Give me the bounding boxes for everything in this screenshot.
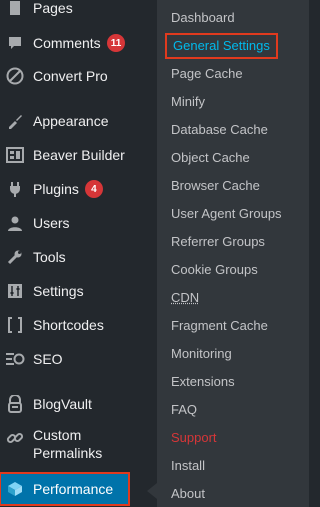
settings-sliders-icon [5, 281, 25, 301]
menu-label: Custom Permalinks [33, 427, 103, 461]
submenu-cookie-groups[interactable]: Cookie Groups [171, 260, 258, 280]
menu-label: Convert Pro [33, 68, 108, 84]
submenu-referrer-groups[interactable]: Referrer Groups [171, 232, 265, 252]
wrench-icon [5, 247, 25, 267]
seo-icon [5, 349, 25, 369]
comments-count-badge: 11 [106, 34, 126, 52]
menu-label: Pages [33, 0, 73, 16]
plugins-count-badge: 4 [84, 180, 103, 198]
submenu-extensions[interactable]: Extensions [171, 372, 235, 392]
active-menu-arrow [147, 483, 157, 499]
brackets-icon [5, 315, 25, 335]
link-icon [5, 428, 25, 448]
menu-label: Settings [33, 283, 84, 299]
submenu-monitoring[interactable]: Monitoring [171, 344, 232, 364]
menu-item-tools[interactable]: Tools [0, 242, 157, 272]
submenu-support[interactable]: Support [171, 428, 217, 448]
paintbrush-icon [5, 111, 25, 131]
submenu-about[interactable]: About [171, 484, 205, 504]
admin-sidebar: Pages Comments 11 Convert Pro Appearance… [0, 0, 157, 507]
menu-label: BlogVault [33, 396, 92, 412]
menu-label: Tools [33, 249, 66, 265]
blogvault-icon [5, 394, 25, 414]
menu-item-performance[interactable]: Performance [0, 472, 130, 506]
menu-item-custom-permalinks[interactable]: Custom Permalinks [0, 426, 157, 466]
menu-item-appearance[interactable]: Appearance [0, 106, 157, 136]
submenu-page-cache[interactable]: Page Cache [171, 64, 243, 84]
menu-label: Users [33, 215, 70, 231]
convert-pro-icon [5, 66, 25, 86]
submenu-user-agent-groups[interactable]: User Agent Groups [171, 204, 282, 224]
menu-item-shortcodes[interactable]: Shortcodes [0, 310, 157, 340]
submenu-faq[interactable]: FAQ [171, 400, 197, 420]
menu-item-plugins[interactable]: Plugins 4 [0, 174, 157, 204]
submenu-fragment-cache[interactable]: Fragment Cache [171, 316, 268, 336]
menu-label: Appearance [33, 113, 109, 129]
submenu-database-cache[interactable]: Database Cache [171, 120, 268, 140]
comments-icon [5, 33, 25, 53]
submenu-general-settings[interactable]: General Settings [165, 33, 278, 59]
submenu-cdn[interactable]: CDN [171, 288, 199, 308]
submenu-install[interactable]: Install [171, 456, 205, 476]
users-icon [5, 213, 25, 233]
menu-item-comments[interactable]: Comments 11 [0, 28, 157, 58]
menu-item-users[interactable]: Users [0, 208, 157, 238]
submenu-object-cache[interactable]: Object Cache [171, 148, 250, 168]
performance-icon [5, 479, 25, 499]
menu-label: Performance [33, 481, 114, 497]
menu-item-seo[interactable]: SEO [0, 344, 157, 374]
menu-item-settings[interactable]: Settings [0, 276, 157, 306]
menu-label: SEO [33, 351, 63, 367]
menu-item-pages[interactable]: Pages [0, 0, 157, 23]
submenu-minify[interactable]: Minify [171, 92, 205, 112]
menu-label: Beaver Builder [33, 147, 125, 163]
pages-icon [5, 0, 25, 18]
submenu-browser-cache[interactable]: Browser Cache [171, 176, 260, 196]
menu-label: Comments [33, 35, 101, 51]
plug-icon [5, 179, 25, 199]
submenu-dashboard[interactable]: Dashboard [171, 8, 235, 28]
menu-label: Shortcodes [33, 317, 104, 333]
menu-label: Plugins [33, 181, 79, 197]
menu-item-beaver-builder[interactable]: Beaver Builder [0, 140, 157, 170]
menu-item-convert-pro[interactable]: Convert Pro [0, 61, 157, 91]
menu-item-blogvault[interactable]: BlogVault [0, 389, 157, 419]
beaver-builder-icon [5, 145, 25, 165]
